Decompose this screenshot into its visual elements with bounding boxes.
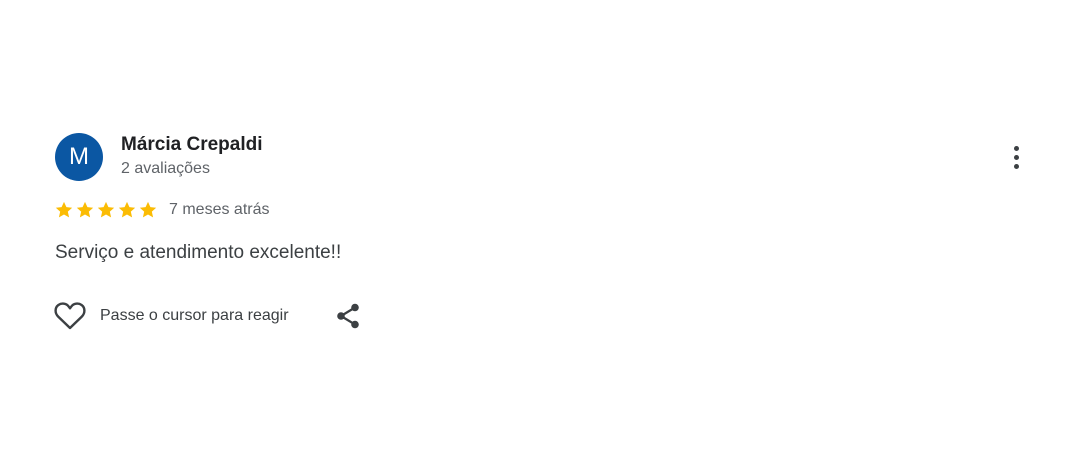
react-label: Passe o cursor para reagir [100,307,289,324]
avatar[interactable]: M [55,133,103,181]
review-actions: Passe o cursor para reagir [53,300,363,332]
star-rating [54,200,158,220]
star-icon [76,201,94,218]
share-icon [336,303,359,329]
more-options-button[interactable] [1001,140,1031,174]
heart-outline-icon [54,302,86,330]
share-button[interactable] [333,301,363,331]
review-text: Serviço e atendimento excelente!! [55,242,342,263]
author-name[interactable]: Márcia Crepaldi [121,134,263,156]
star-icon [97,201,115,218]
more-vertical-icon [1013,145,1019,151]
more-vertical-icon-dot [1013,154,1019,160]
react-button[interactable]: Passe o cursor para reagir [53,301,289,331]
rating-row: 7 meses atrás [54,198,269,222]
star-icon [118,201,136,218]
star-icon [139,201,157,218]
more-vertical-icon-dot [1013,163,1019,169]
review-card: M Márcia Crepaldi 2 avaliações 7 meses a… [0,0,1080,450]
star-icon [55,201,73,218]
review-date: 7 meses atrás [169,201,270,218]
author-review-count: 2 avaliações [121,160,210,177]
